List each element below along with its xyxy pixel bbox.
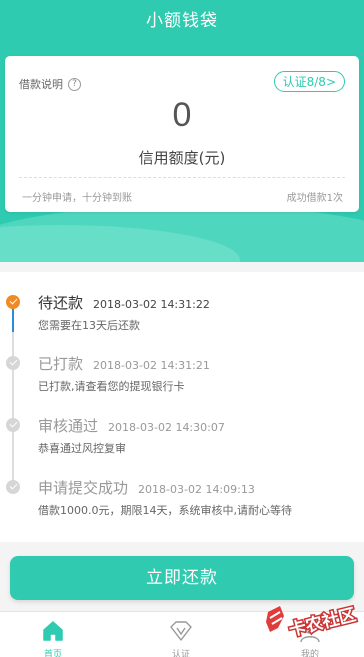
loan-timeline: 待还款 2018-03-02 14:31:22 您需要在13天后还款 已打款 2… <box>0 272 364 542</box>
timeline-time: 2018-03-02 14:30:07 <box>108 421 225 434</box>
certification-badge[interactable]: 认证8/8> <box>273 71 345 92</box>
loan-info-link[interactable]: 借款说明 ? <box>19 76 81 92</box>
timeline-track <box>12 306 14 491</box>
timeline-time: 2018-03-02 14:31:21 <box>93 359 210 372</box>
loan-count: 成功借款1次 <box>286 193 343 204</box>
credit-card: 借款说明 ? 认证8/8> 0 信用额度(元) 一分钟申请，十分钟到账 成功借款… <box>5 56 359 212</box>
credit-amount: 0 <box>172 96 192 134</box>
home-icon <box>43 621 63 641</box>
timeline-title: 已打款 <box>38 355 84 373</box>
timeline-desc: 恭喜通过风控复审 <box>38 442 126 455</box>
tab-label: 首页 <box>43 650 62 657</box>
timeline-title: 待还款 <box>38 294 84 312</box>
certificate-icon <box>170 621 192 641</box>
card-divider <box>19 177 345 178</box>
help-icon[interactable]: ? <box>68 77 81 91</box>
check-icon <box>6 418 20 432</box>
watermark-text: 卡农社区 <box>287 604 358 641</box>
credit-amount-label: 信用额度(元) <box>138 149 226 167</box>
timeline-desc: 借款1000.0元，期限14天，系统审核中,请耐心等待 <box>38 504 292 517</box>
timeline-desc: 已打款,请查看您的提现银行卡 <box>38 380 185 393</box>
check-icon <box>6 295 20 309</box>
tab-label: 认证 <box>171 650 190 657</box>
timeline-title: 申请提交成功 <box>38 479 129 497</box>
tab-certification[interactable]: 认证 <box>141 612 221 657</box>
timeline-title: 审核通过 <box>38 417 99 435</box>
tab-label: 我的 <box>300 650 319 657</box>
page-title: 小额钱袋 <box>146 11 218 31</box>
loan-info-label: 借款说明 <box>19 78 63 91</box>
check-icon <box>6 480 20 494</box>
check-icon <box>6 356 20 370</box>
timeline-time: 2018-03-02 14:31:22 <box>93 298 210 311</box>
timeline-time: 2018-03-02 14:09:13 <box>138 483 255 496</box>
watermark-logo: 卡农社区 <box>266 603 359 642</box>
tab-home[interactable]: 首页 <box>13 612 93 657</box>
card-slogan: 一分钟申请，十分钟到账 <box>22 193 132 204</box>
timeline-desc: 您需要在13天后还款 <box>38 319 140 332</box>
